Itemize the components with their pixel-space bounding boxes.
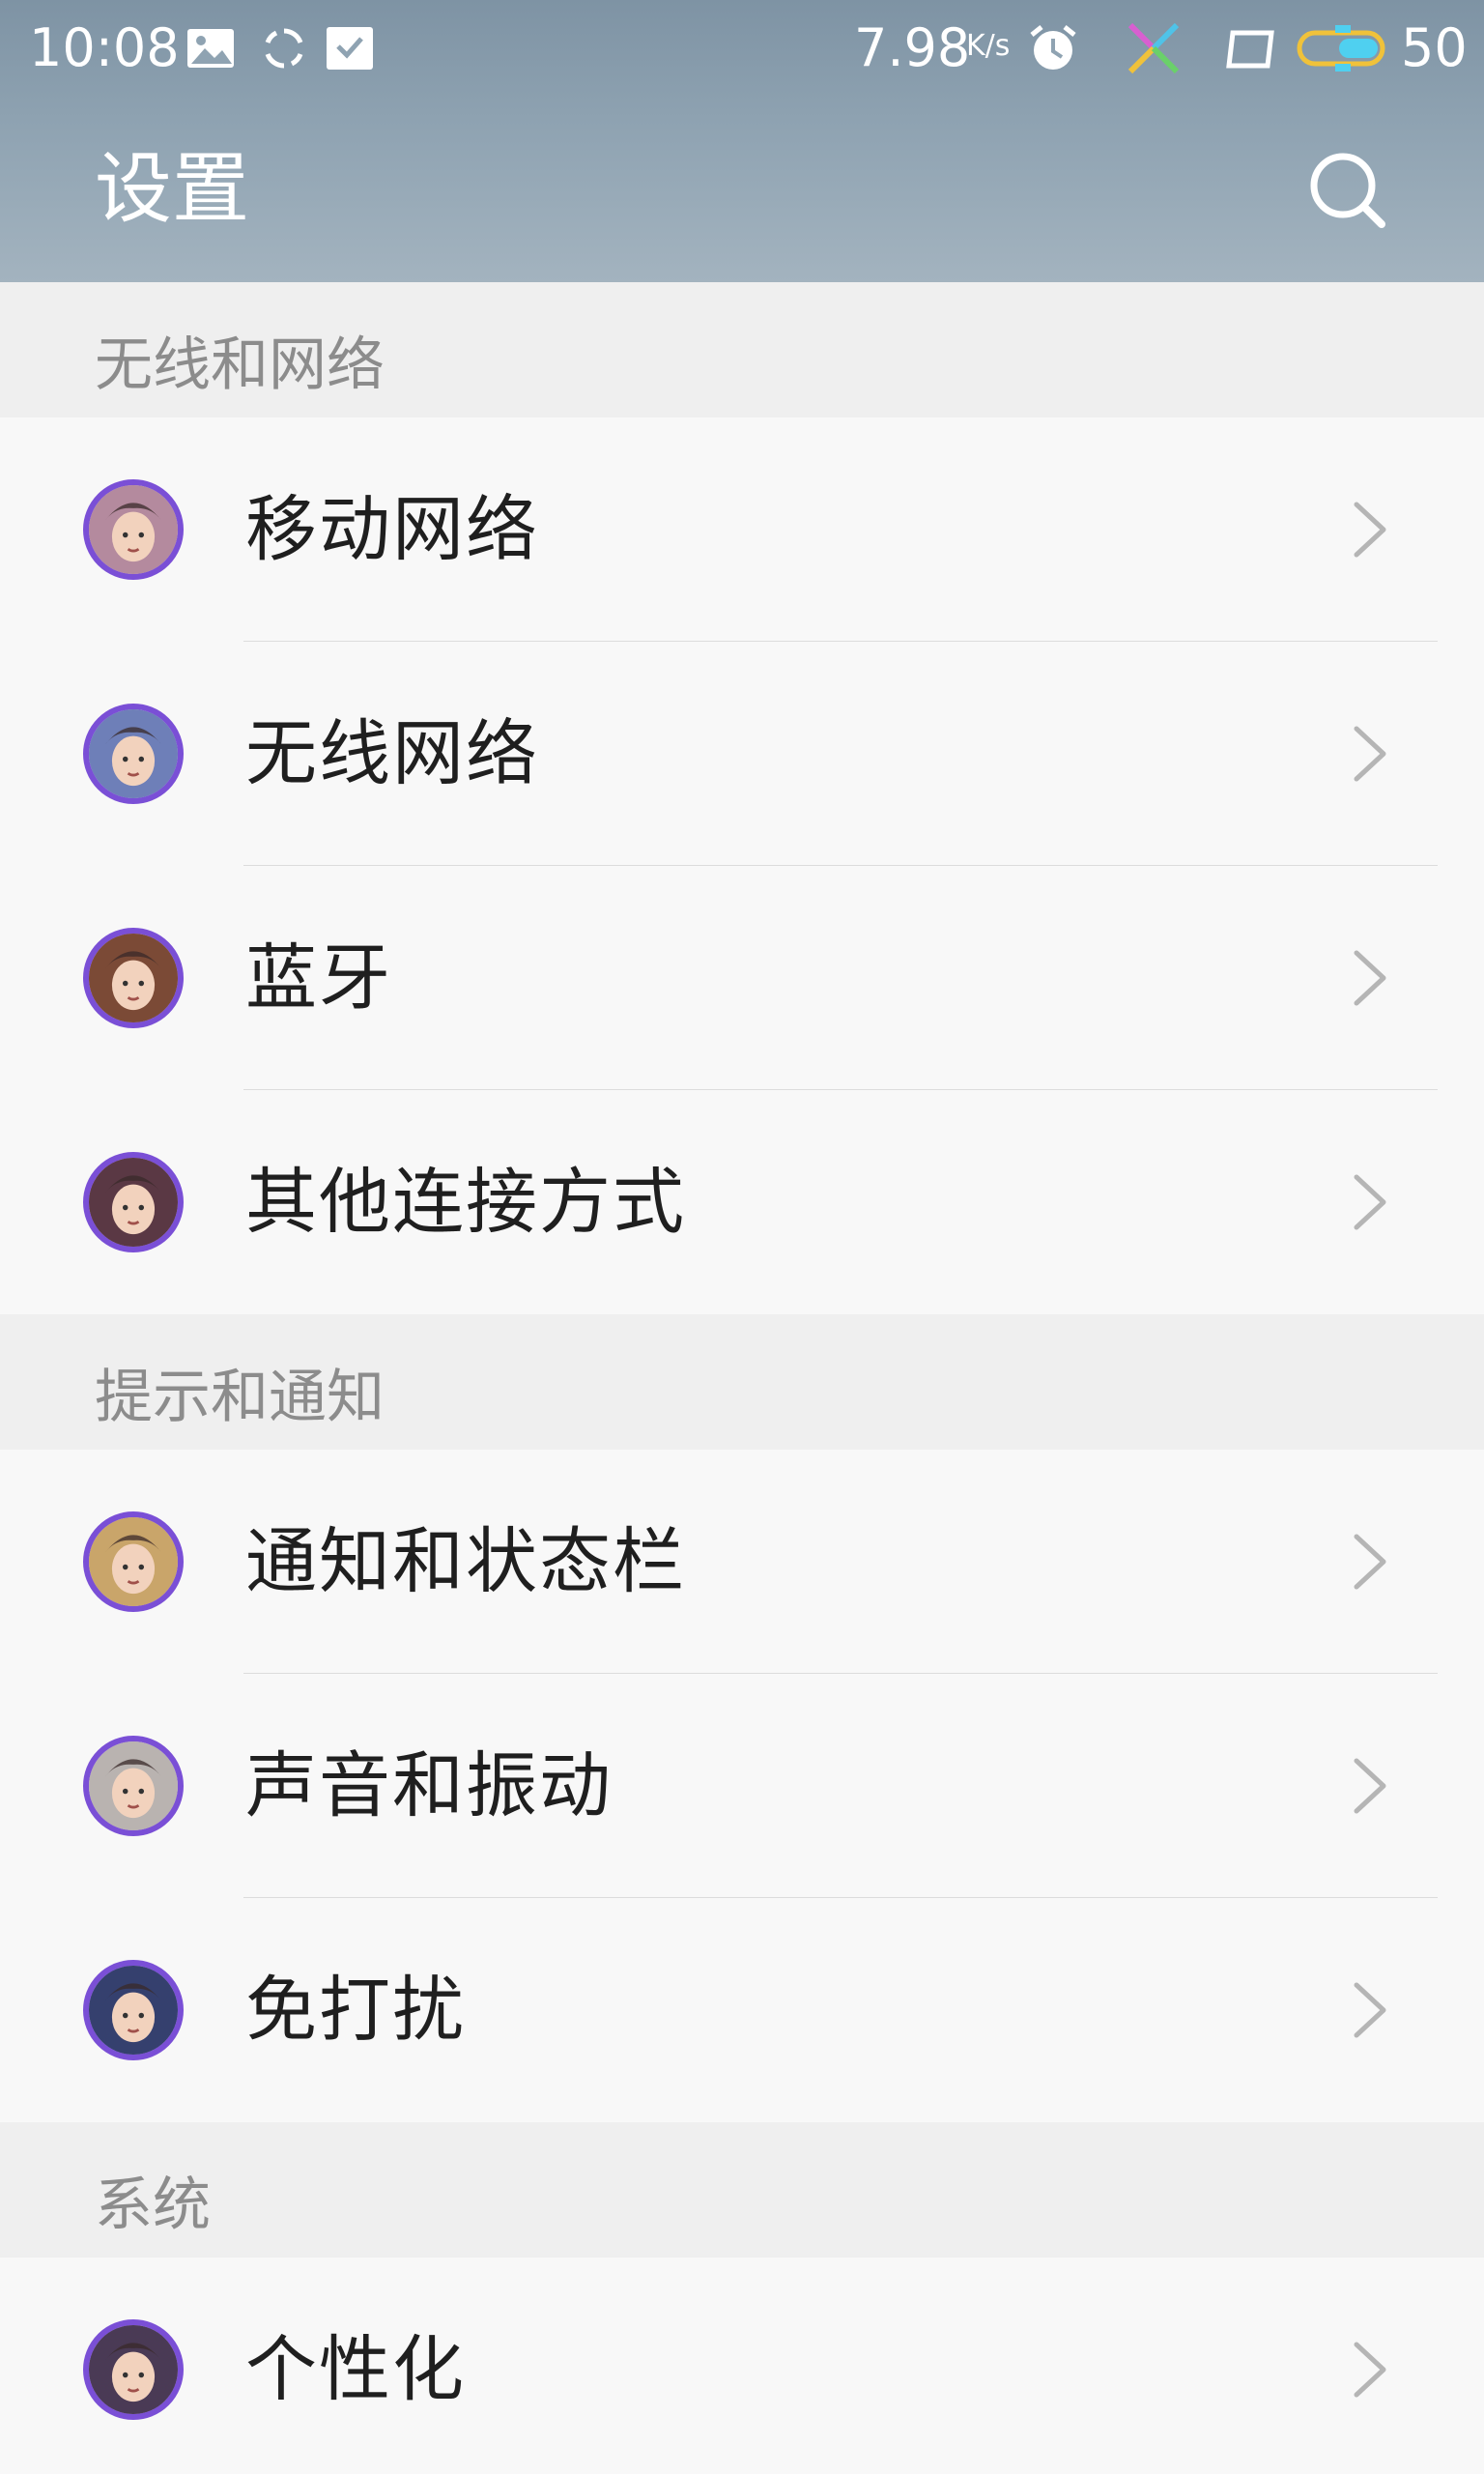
- settings-row-label: 通知和状态栏: [245, 1520, 686, 1603]
- settings-row-label: 其他连接方式: [245, 1161, 686, 1244]
- settings-row[interactable]: 蓝牙: [0, 866, 1484, 1090]
- section-header: 无线和网络: [0, 282, 1484, 417]
- alarm-icon: [1030, 25, 1076, 70]
- section-header: 提示和通知: [0, 1314, 1484, 1450]
- settings-screen: 10:08 7.98 K/s 50 设置 无线和网络 移动网络 无线网络 蓝牙 …: [0, 0, 1484, 2474]
- image-icon: [187, 29, 234, 68]
- sync-icon: [265, 28, 303, 69]
- avatar: [83, 1152, 184, 1252]
- settings-row-label: 声音和振动: [245, 1744, 613, 1827]
- app-pinwheel-icon: [1127, 22, 1180, 74]
- avatar: [83, 2319, 184, 2420]
- settings-row-label: 无线网络: [245, 712, 539, 795]
- avatar: [83, 479, 184, 580]
- section-title: 无线和网络: [95, 331, 385, 399]
- battery-icon: [1297, 25, 1385, 72]
- inbox-check-icon: [327, 27, 373, 70]
- chevron-right-icon: [1354, 1174, 1386, 1230]
- net-speed-unit: K/s: [966, 29, 1011, 63]
- settings-row[interactable]: 免打扰: [0, 1898, 1484, 2122]
- net-speed: 7.98: [854, 17, 971, 78]
- chevron-right-icon: [1354, 1758, 1386, 1814]
- settings-row[interactable]: 移动网络: [0, 417, 1484, 642]
- avatar: [83, 928, 184, 1028]
- settings-row[interactable]: 声音和振动: [0, 1674, 1484, 1898]
- chevron-right-icon: [1354, 726, 1386, 782]
- settings-row[interactable]: 个性化: [0, 2258, 1484, 2474]
- avatar: [83, 1511, 184, 1612]
- settings-row-label: 免打扰: [245, 1969, 466, 2052]
- status-time: 10:08: [29, 17, 180, 78]
- search-icon[interactable]: [1304, 147, 1389, 232]
- settings-row-label: 移动网络: [245, 488, 539, 571]
- page-title: 设置: [95, 144, 249, 234]
- screen-icon: [1226, 30, 1274, 69]
- chevron-right-icon: [1354, 950, 1386, 1006]
- top-header: 10:08 7.98 K/s 50 设置: [0, 0, 1484, 282]
- settings-row-label: 蓝牙: [245, 936, 392, 1020]
- battery-level: 50: [1401, 17, 1468, 78]
- settings-row[interactable]: 无线网络: [0, 642, 1484, 866]
- avatar: [83, 1736, 184, 1836]
- chevron-right-icon: [1354, 502, 1386, 558]
- settings-row-label: 个性化: [245, 2328, 466, 2411]
- settings-row[interactable]: 通知和状态栏: [0, 1450, 1484, 1674]
- section-title: 提示和通知: [95, 1364, 385, 1431]
- section-title: 系统: [95, 2172, 211, 2239]
- avatar: [83, 704, 184, 804]
- chevron-right-icon: [1354, 1534, 1386, 1590]
- chevron-right-icon: [1354, 2342, 1386, 2398]
- section-header: 系统: [0, 2122, 1484, 2258]
- settings-row[interactable]: 其他连接方式: [0, 1090, 1484, 1314]
- status-bar: 10:08 7.98 K/s 50: [0, 0, 1484, 97]
- title-bar: 设置: [0, 97, 1484, 282]
- chevron-right-icon: [1354, 1982, 1386, 2038]
- avatar: [83, 1960, 184, 2060]
